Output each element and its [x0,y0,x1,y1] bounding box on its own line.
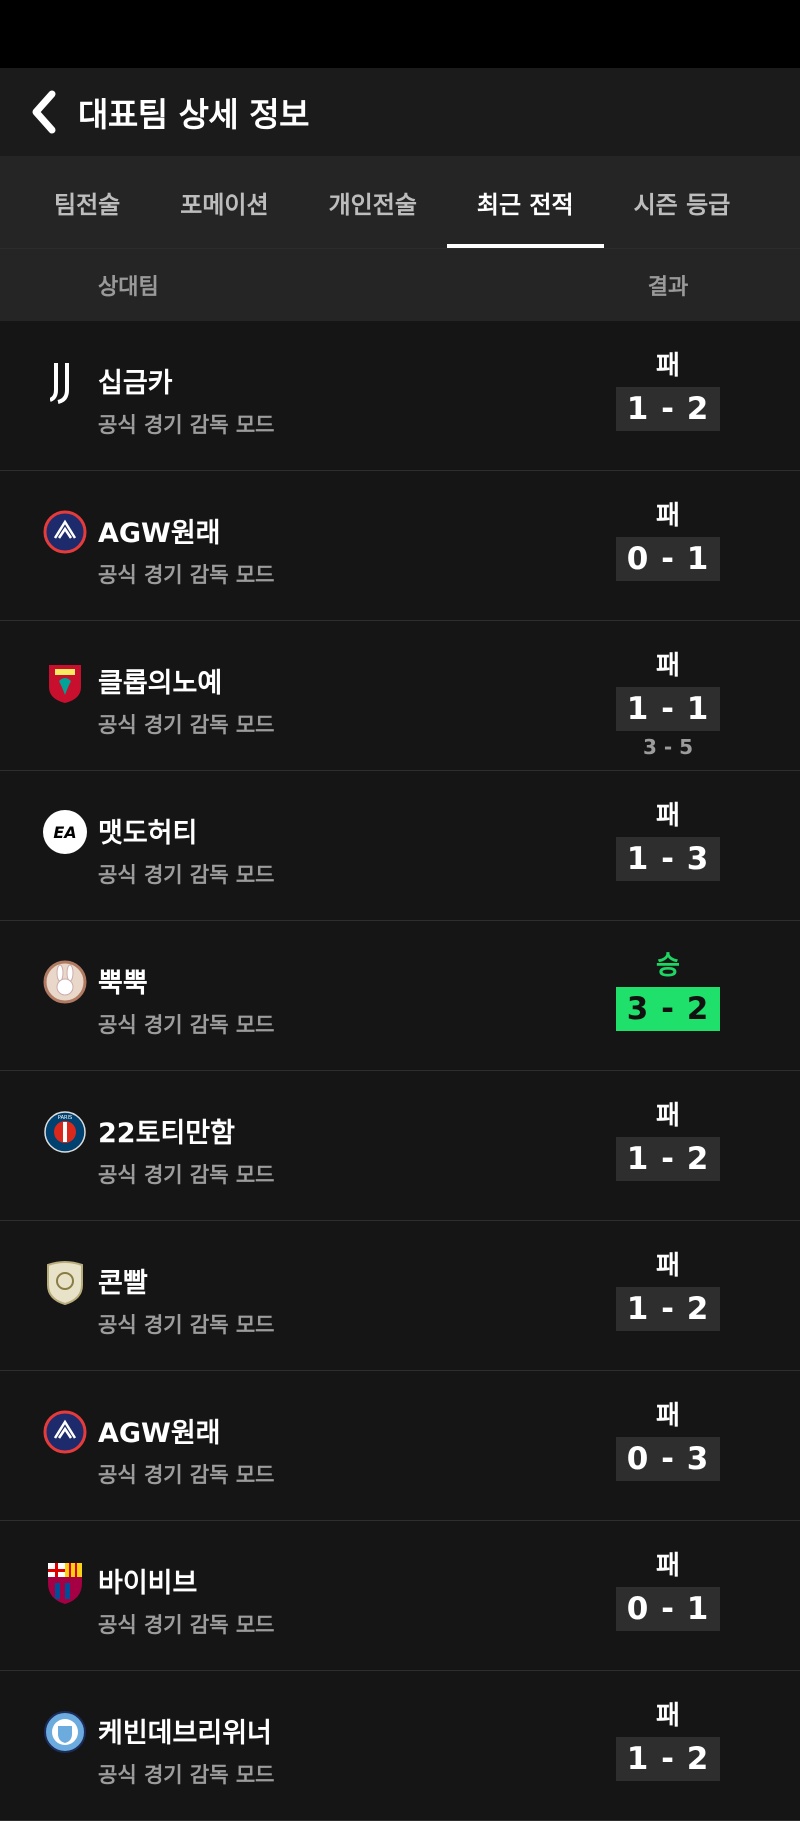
match-row[interactable]: 케빈데브리위너 공식 경기 감독 모드 패 1 - 2 [0,1671,800,1821]
score-badge: 1 - 2 [616,387,720,431]
team-name: 22토티만함 [98,1118,235,1149]
team-name: 바이비브 [98,1568,198,1599]
svg-text:PARIS: PARIS [58,1115,72,1121]
andorra-logo-icon [42,1409,88,1455]
result-label: 패 [656,1101,680,1131]
team-name: AGW원래 [98,518,221,549]
result-label: 패 [656,1401,680,1431]
result-label: 패 [656,351,680,381]
svg-text:EA: EA [53,823,76,842]
result-label: 패 [656,1551,680,1581]
match-mode: 공식 경기 감독 모드 [98,1313,275,1337]
icon-shield-logo-icon [42,1259,88,1305]
tab-formation[interactable]: 포메이션 [150,156,298,248]
tab-recent-record[interactable]: 최근 전적 [446,156,604,248]
tab-team-tactics[interactable]: 팀전술 [24,156,150,248]
match-mode: 공식 경기 감독 모드 [98,863,275,887]
opponent-column-label: 상대팀 [98,275,159,300]
match-mode: 공식 경기 감독 모드 [98,1763,275,1787]
match-mode: 공식 경기 감독 모드 [98,1463,275,1487]
score-badge: 1 - 1 [616,687,720,731]
match-row[interactable]: 십금카 공식 경기 감독 모드 패 1 - 2 [0,321,800,471]
match-row[interactable]: 클롭의노예 공식 경기 감독 모드 패 1 - 1 3 - 5 [0,621,800,771]
tab-season-grade[interactable]: 시즌 등급 [604,156,761,248]
team-name: 콘빨 [98,1268,148,1299]
tab-bar: 팀전술 포메이션 개인전술 최근 전적 시즌 등급 [0,156,800,249]
result-column-label: 결과 [647,275,689,300]
back-button[interactable] [8,68,78,156]
score-badge: 1 - 2 [616,1137,720,1181]
column-header: 상대팀 결과 [0,249,800,321]
team-name: 케빈데브리위너 [98,1718,272,1749]
psg-logo-icon: PARIS [42,1109,88,1155]
top-app-bar: 대표팀 상세 정보 [0,68,800,156]
result-label: 승 [656,951,680,981]
team-name: 클롭의노예 [98,668,223,699]
liverpool-logo-icon [42,659,88,705]
man-city-logo-icon [42,1709,88,1755]
result-label: 패 [656,501,680,531]
match-row[interactable]: EA 맷도허티 공식 경기 감독 모드 패 1 - 3 [0,771,800,921]
tab-individual-tactics[interactable]: 개인전술 [299,156,447,248]
score-badge: 0 - 1 [616,537,720,581]
result-label: 패 [656,801,680,831]
match-row[interactable]: AGW원래 공식 경기 감독 모드 패 0 - 1 [0,471,800,621]
match-row[interactable]: 콘빨 공식 경기 감독 모드 패 1 - 2 [0,1221,800,1371]
match-row[interactable]: AGW원래 공식 경기 감독 모드 패 0 - 3 [0,1371,800,1521]
match-mode: 공식 경기 감독 모드 [98,1013,275,1037]
score-badge: 0 - 1 [616,1587,720,1631]
match-mode: 공식 경기 감독 모드 [98,563,275,587]
match-list: 십금카 공식 경기 감독 모드 패 1 - 2 AGW원래 공식 경기 감독 모… [0,321,800,1821]
status-bar [0,0,800,68]
score-badge: 3 - 2 [616,987,720,1031]
match-row[interactable]: 바이비브 공식 경기 감독 모드 패 0 - 1 [0,1521,800,1671]
juventus-logo-icon [42,359,88,405]
score-badge: 1 - 2 [616,1287,720,1331]
team-name: AGW원래 [98,1418,221,1449]
team-name: 십금카 [98,368,173,399]
team-name: 뿍뿍 [98,968,148,999]
match-row[interactable]: PARIS 22토티만함 공식 경기 감독 모드 패 1 - 2 [0,1071,800,1221]
score-badge: 1 - 2 [616,1737,720,1781]
match-row[interactable]: 뿍뿍 공식 경기 감독 모드 승 3 - 2 [0,921,800,1071]
match-mode: 공식 경기 감독 모드 [98,1613,275,1637]
result-label: 패 [656,651,680,681]
rabbit-badge-logo-icon [42,959,88,1005]
barcelona-logo-icon [42,1559,88,1605]
result-label: 패 [656,1701,680,1731]
match-mode: 공식 경기 감독 모드 [98,713,275,737]
team-name: 맷도허티 [98,818,198,849]
chevron-left-icon [32,90,56,134]
match-mode: 공식 경기 감독 모드 [98,1163,275,1187]
page-title: 대표팀 상세 정보 [78,95,310,134]
score-badge: 1 - 3 [616,837,720,881]
match-mode: 공식 경기 감독 모드 [98,413,275,437]
andorra-logo-icon [42,509,88,555]
score-badge: 0 - 3 [616,1437,720,1481]
ea-logo-icon: EA [42,809,88,855]
result-label: 패 [656,1251,680,1281]
penalty-score: 3 - 5 [642,735,694,759]
